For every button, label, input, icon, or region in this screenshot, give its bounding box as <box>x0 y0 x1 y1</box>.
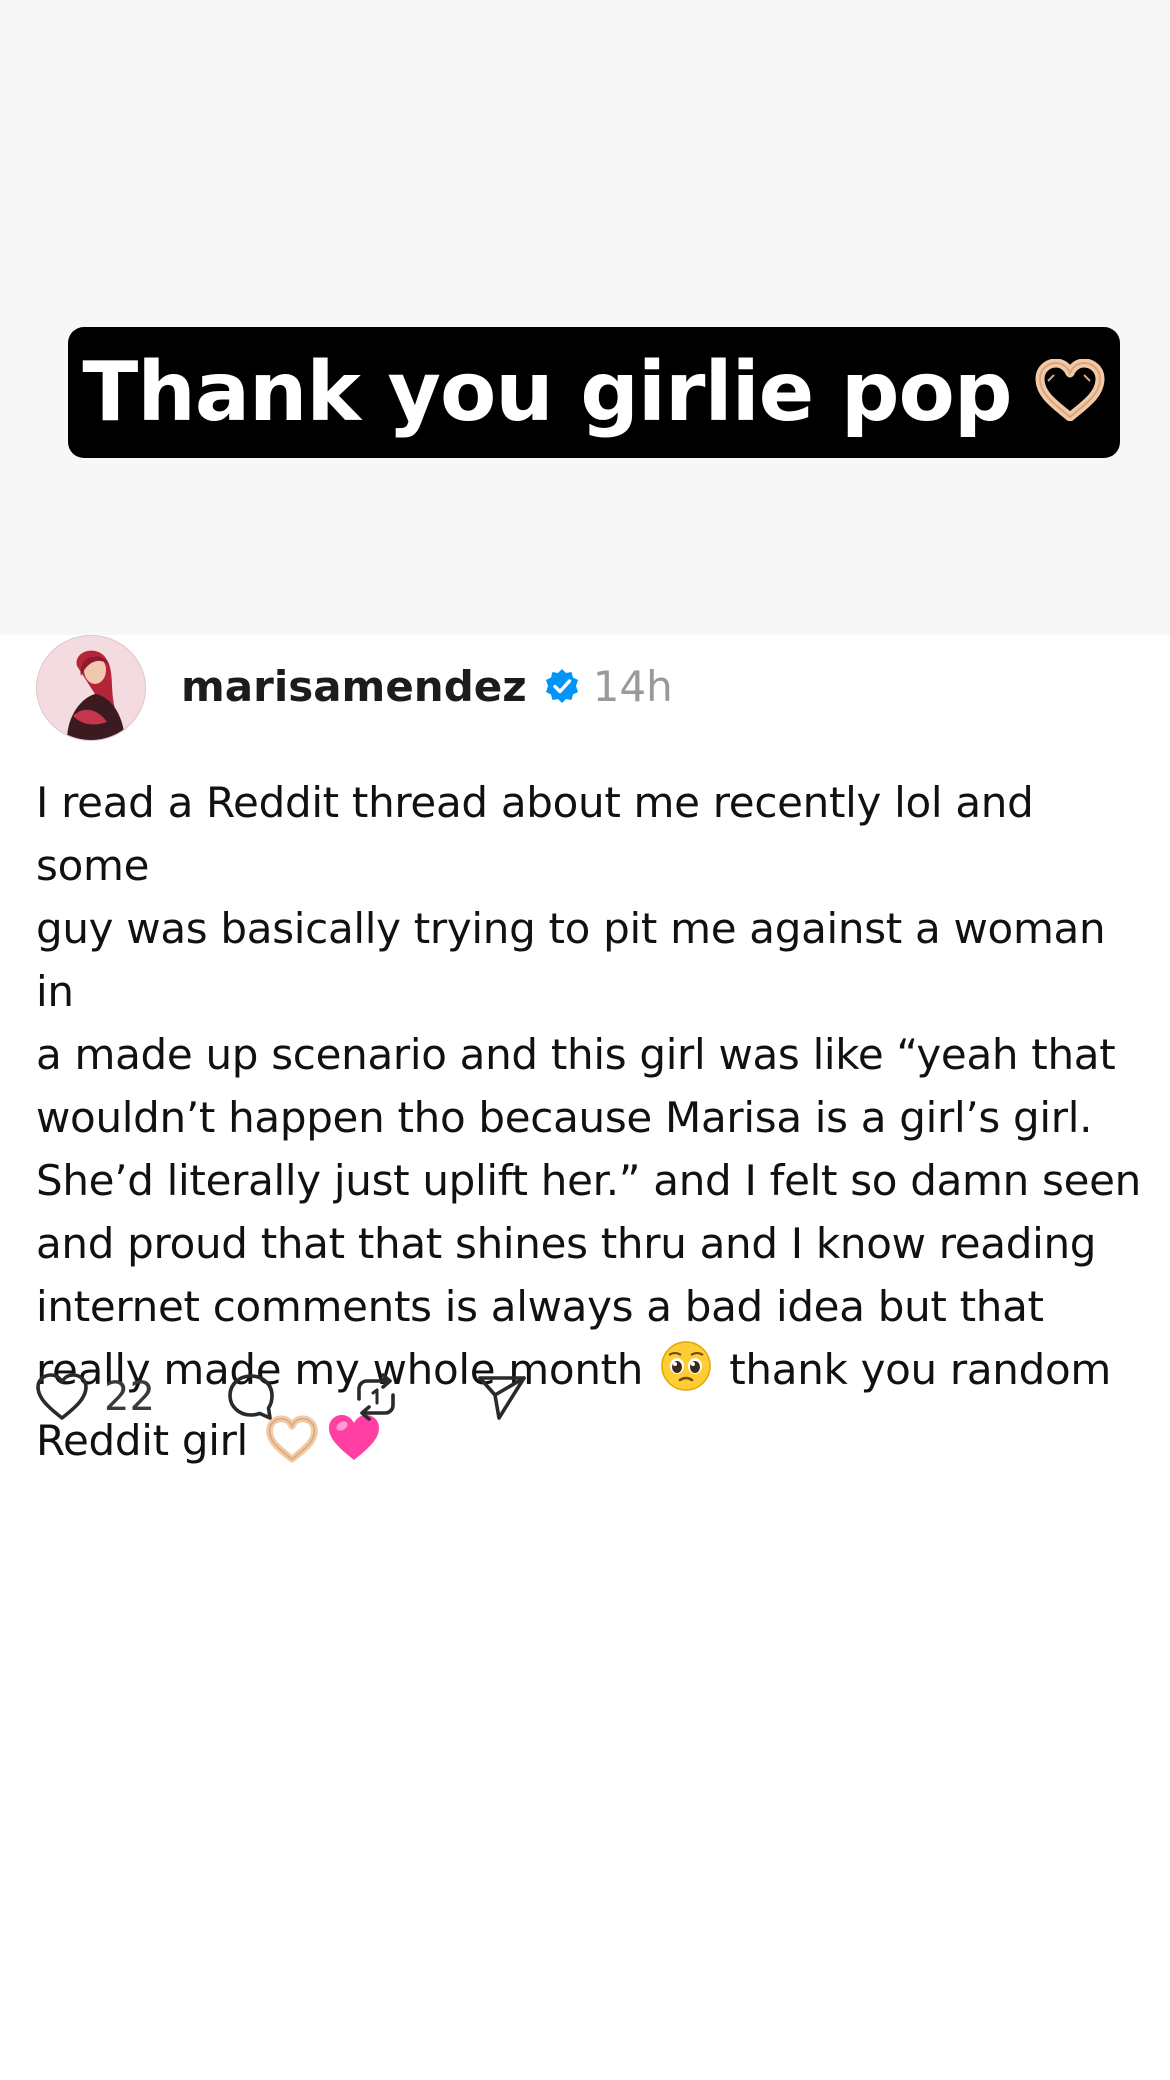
verified-badge-icon <box>543 667 581 705</box>
repost-icon[interactable] <box>349 1371 403 1423</box>
post-line: wouldn’t happen tho because Marisa is a … <box>36 1093 1093 1142</box>
post-line: and proud that that shines thru and I kn… <box>36 1219 1097 1268</box>
story-caption-text: Thank you girlie pop <box>82 345 1012 440</box>
repost-button[interactable] <box>349 1371 403 1423</box>
share-button[interactable] <box>475 1371 529 1423</box>
heart-hands-icon <box>1034 358 1106 426</box>
story-caption-banner: Thank you girlie pop <box>68 327 1120 458</box>
post-line: thank you random <box>729 1345 1111 1394</box>
post-timestamp: 14h <box>592 661 673 711</box>
post-actions: 22 <box>34 1367 529 1427</box>
post-line: I read a Reddit thread about me recently… <box>36 778 1047 890</box>
send-icon[interactable] <box>475 1371 529 1423</box>
like-button[interactable]: 22 <box>34 1371 155 1423</box>
like-count: 22 <box>104 1374 155 1420</box>
post-line: She’d literally just uplift her.” and I … <box>36 1156 1141 1205</box>
comment-button[interactable] <box>225 1371 277 1423</box>
username[interactable]: marisamendez <box>181 662 527 711</box>
story-background: Thank you girlie pop <box>0 0 1170 635</box>
post-line: a made up scenario and this girl was lik… <box>36 1030 1116 1079</box>
post-line: guy was basically trying to pit me again… <box>36 904 1119 1016</box>
pleading-face-icon <box>660 1340 712 1409</box>
post-line: internet comments is always a bad idea b… <box>36 1282 1044 1331</box>
avatar[interactable] <box>36 635 146 741</box>
comment-icon[interactable] <box>225 1371 277 1423</box>
heart-icon[interactable] <box>34 1371 90 1423</box>
